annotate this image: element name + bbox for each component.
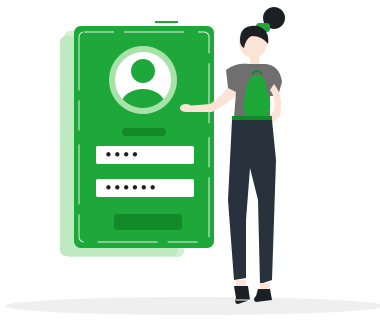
right-shoe [254,289,272,302]
ground-shadow [5,297,380,315]
login-button[interactable] [114,214,182,230]
login-card: •••• •••••• [74,21,214,248]
username-label-bar [122,128,166,136]
login-illustration: •••• •••••• [5,7,380,315]
right-ankle [260,283,270,289]
hand [180,104,192,112]
password-field-2-text: •••••• [104,179,157,197]
left-ankle [236,280,246,286]
password-field-1-text: •••• [104,146,139,164]
pants [228,120,276,284]
